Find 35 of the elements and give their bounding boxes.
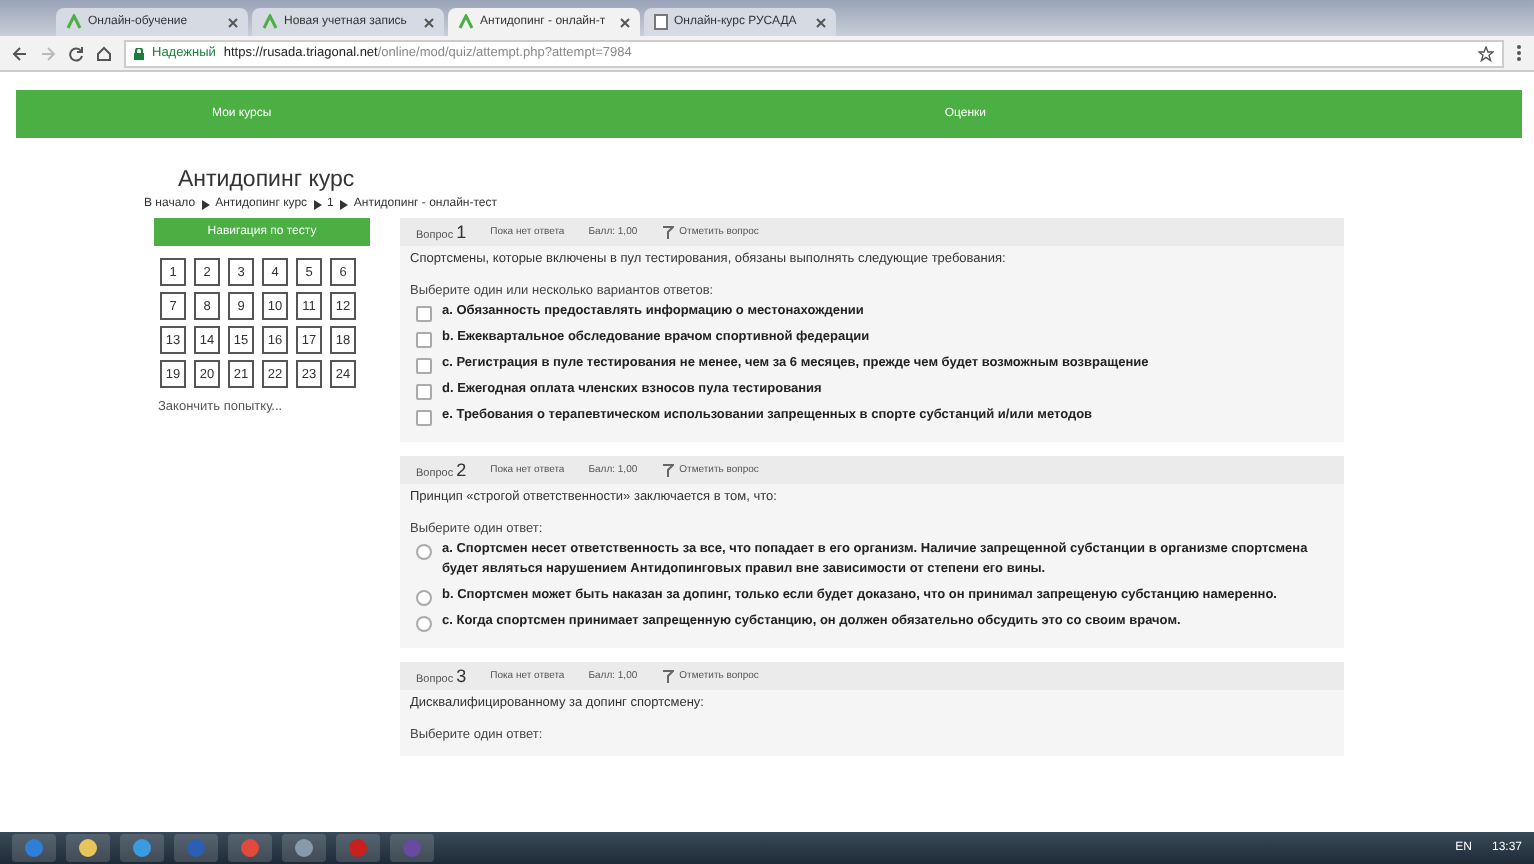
breadcrumb-arrow-icon (339, 199, 348, 209)
home-icon[interactable] (96, 45, 112, 61)
forward-arrow-icon[interactable] (40, 45, 56, 61)
app-icon[interactable] (228, 834, 272, 862)
app-icon[interactable] (282, 834, 326, 862)
close-icon[interactable] (620, 17, 630, 27)
lock-icon (134, 47, 144, 59)
flag-icon (661, 463, 674, 477)
close-icon[interactable] (228, 17, 238, 27)
checkbox[interactable] (416, 384, 432, 400)
reload-icon[interactable] (68, 45, 84, 61)
menu-icon[interactable] (1516, 44, 1522, 62)
flag-icon (661, 669, 674, 683)
radio-button[interactable] (416, 590, 432, 606)
star-icon[interactable] (1478, 45, 1494, 61)
breadcrumb-arrow-icon (201, 199, 210, 209)
page-icon (654, 14, 668, 30)
app-icon[interactable] (66, 834, 110, 862)
site-logo-icon (458, 14, 474, 30)
checkbox[interactable] (416, 306, 432, 322)
radio-button[interactable] (416, 544, 432, 560)
back-arrow-icon[interactable] (12, 45, 28, 61)
course-title: Антидопинг курс (178, 168, 357, 192)
flag-icon (661, 225, 674, 239)
close-icon[interactable] (816, 17, 826, 27)
close-icon[interactable] (424, 17, 434, 27)
checkbox[interactable] (416, 358, 432, 374)
radio-button[interactable] (416, 616, 432, 632)
app-icon[interactable] (12, 834, 56, 862)
site-logo-icon (262, 14, 278, 30)
app-icon[interactable] (120, 834, 164, 862)
breadcrumb-arrow-icon (313, 199, 322, 209)
checkbox[interactable] (416, 410, 432, 426)
checkbox[interactable] (416, 332, 432, 348)
site-logo-icon (66, 14, 82, 30)
